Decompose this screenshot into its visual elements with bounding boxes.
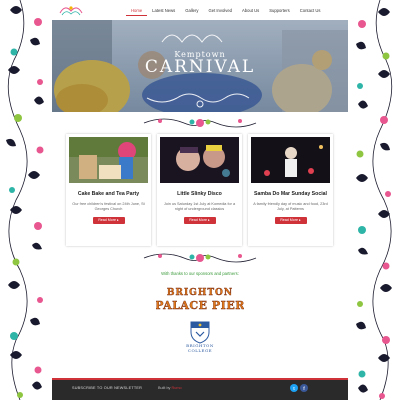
facebook-icon[interactable]: f: [300, 384, 308, 392]
newsletter-link[interactable]: SUBSCRIBE TO OUR NEWSLETTER: [72, 386, 142, 390]
carnival-logo-icon[interactable]: [58, 3, 84, 18]
page-container: Home Latest News Gallery Get Involved Ab…: [52, 0, 348, 400]
nav-gallery[interactable]: Gallery: [180, 6, 203, 16]
site-header: Home Latest News Gallery Get Involved Ab…: [52, 0, 348, 22]
college-line2: COLLEGE: [187, 347, 213, 353]
read-more-button[interactable]: Read More ▸: [183, 217, 216, 224]
built-by-text: Built by Rumo: [158, 386, 182, 390]
event-title: Little Slinky Disco: [177, 191, 222, 197]
brighton-college-logo[interactable]: BRIGHTON COLLEGE: [178, 320, 222, 362]
nav-latest-news[interactable]: Latest News: [147, 6, 180, 16]
hero-title: Kemptown CARNIVAL: [130, 50, 270, 77]
event-description: A family friendly day of music and food,…: [253, 202, 328, 211]
event-photo[interactable]: [160, 137, 239, 183]
hero-banner: Kemptown CARNIVAL: [52, 20, 348, 112]
site-footer: SUBSCRIBE TO OUR NEWSLETTER Built by Rum…: [52, 378, 348, 400]
college-crest-icon: [190, 321, 210, 344]
read-more-button[interactable]: Read More ▸: [92, 217, 125, 224]
event-title: Samba Do Mar Sunday Social: [254, 191, 327, 197]
events-section: Cake Bake and Tea Party Our free childre…: [66, 134, 334, 246]
hero-big-title: CARNIVAL: [144, 57, 256, 77]
read-more-button[interactable]: Read More ▸: [274, 217, 307, 224]
event-card: Little Slinky Disco Join us Saturday 1st…: [157, 134, 242, 246]
pier-line1: BRIGHTON: [167, 288, 233, 298]
event-title: Cake Bake and Tea Party: [77, 191, 140, 197]
main-nav: Home Latest News Gallery Get Involved Ab…: [126, 6, 325, 16]
social-links: t f: [290, 384, 308, 392]
brighton-palace-pier-logo[interactable]: BRIGHTON PALACE PIER: [156, 284, 244, 312]
event-card: Samba Do Mar Sunday Social A family frie…: [248, 134, 333, 246]
floral-divider-top: [140, 116, 260, 130]
built-by-link[interactable]: Rumo: [172, 386, 182, 390]
nav-get-involved[interactable]: Get Involved: [203, 6, 237, 16]
nav-supporters[interactable]: Supporters: [264, 6, 294, 16]
event-description: Our free children's festival on 24th Jun…: [72, 202, 145, 211]
floral-border-right: [348, 0, 400, 400]
event-description: Join us Saturday 1st July at Komedia for…: [163, 202, 236, 211]
nav-home[interactable]: Home: [126, 6, 148, 16]
pier-line2: PALACE PIER: [156, 299, 244, 312]
event-card: Cake Bake and Tea Party Our free childre…: [66, 134, 151, 246]
sponsors-thanks: With thanks to our sponsors and partners…: [161, 271, 239, 276]
event-photo[interactable]: [251, 137, 330, 183]
event-photo[interactable]: [69, 137, 148, 183]
nav-about-us[interactable]: About Us: [237, 6, 264, 16]
floral-border-left: [0, 0, 52, 400]
floral-divider-bottom: [140, 251, 260, 265]
twitter-icon[interactable]: t: [290, 384, 298, 392]
nav-contact-us[interactable]: Contact Us: [295, 6, 326, 16]
